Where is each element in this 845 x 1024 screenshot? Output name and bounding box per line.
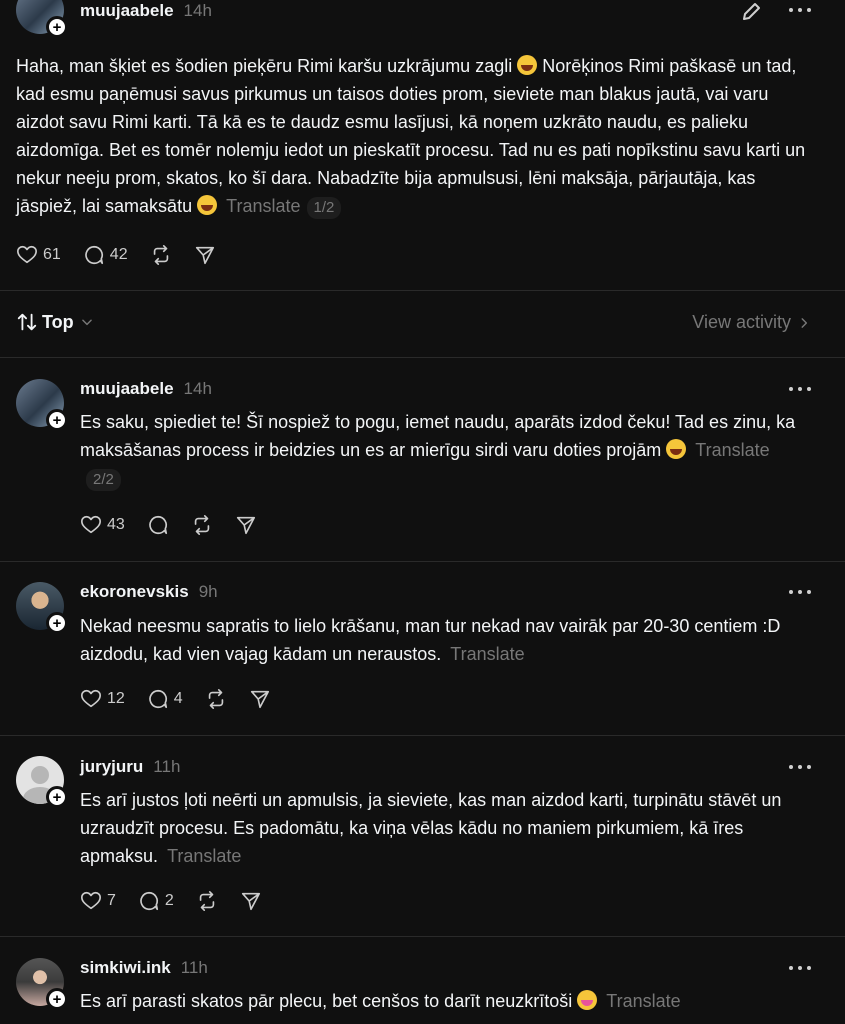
- pencil-icon[interactable]: [740, 0, 764, 22]
- repost-icon: [194, 515, 210, 535]
- page-indicator: 2/2: [86, 469, 121, 491]
- repost-button[interactable]: [191, 514, 213, 536]
- reply-username[interactable]: simkiwi.ink: [80, 958, 171, 977]
- heart-icon: [81, 891, 101, 910]
- share-button[interactable]: [194, 244, 216, 266]
- repost-icon: [208, 689, 223, 709]
- repost-icon: [199, 891, 215, 911]
- main-post-more-icon[interactable]: [789, 5, 811, 15]
- translate-link[interactable]: Translate: [167, 846, 241, 866]
- divider: [0, 735, 845, 736]
- grinning-emoji-icon: [197, 195, 218, 215]
- comment-button[interactable]: 42: [83, 244, 128, 266]
- like-button[interactable]: 7: [80, 890, 116, 912]
- comment-button[interactable]: 2: [138, 890, 174, 912]
- reply-text: Es arī parasti skatos pār plecu, bet cen…: [80, 990, 681, 1011]
- comment-button[interactable]: [147, 514, 169, 536]
- follow-plus-icon[interactable]: +: [46, 988, 68, 1010]
- main-post-avatar[interactable]: +: [16, 0, 68, 38]
- translate-link[interactable]: Translate: [695, 440, 769, 460]
- share-button[interactable]: [240, 890, 262, 912]
- like-button[interactable]: 12: [80, 688, 125, 710]
- send-icon: [195, 246, 214, 265]
- follow-plus-icon[interactable]: +: [46, 786, 68, 808]
- divider: [0, 936, 845, 937]
- reply-header: simkiwi.ink 11h: [80, 958, 208, 978]
- divider: [0, 561, 845, 562]
- translate-link[interactable]: Translate: [226, 196, 300, 216]
- reply-actions: 7 2: [80, 890, 284, 912]
- reply-header: muujaabele 14h: [80, 379, 212, 399]
- reply-text: Es saku, spiediet te! Šī nospiež to pogu…: [80, 408, 810, 492]
- main-post-time: 14h: [183, 1, 212, 20]
- view-activity-link[interactable]: View activity: [692, 312, 811, 333]
- grinning-emoji-icon: [666, 439, 687, 459]
- like-button[interactable]: 61: [16, 244, 61, 266]
- main-post-text: Haha, man šķiet es šodien pieķēru Rimi k…: [16, 52, 816, 220]
- repost-icon: [153, 245, 168, 265]
- reply-actions: 12 4: [80, 688, 293, 710]
- reply-more-icon[interactable]: [789, 587, 811, 597]
- translate-link[interactable]: Translate: [606, 991, 680, 1011]
- sort-label: Top: [42, 311, 74, 332]
- comment-icon: [140, 891, 158, 911]
- follow-plus-icon[interactable]: +: [46, 409, 68, 431]
- follow-plus-icon[interactable]: +: [46, 612, 68, 634]
- comment-icon: [149, 515, 167, 535]
- reply-time: 14h: [183, 379, 212, 398]
- send-icon: [236, 516, 255, 535]
- comment-button[interactable]: 4: [147, 688, 183, 710]
- divider: [0, 357, 845, 358]
- share-button[interactable]: [249, 688, 271, 710]
- reply-text: Nekad neesmu sapratis to lielo krāšanu, …: [80, 616, 781, 664]
- main-post-actions: 61 42: [16, 244, 238, 266]
- chevron-down-icon: [81, 319, 92, 326]
- reply-time: 9h: [198, 582, 218, 601]
- thread-page: + muujaabele 14h Haha, man šķiet es šodie…: [0, 0, 845, 1024]
- winking-emoji-icon: [577, 990, 598, 1010]
- follow-plus-icon[interactable]: +: [46, 16, 68, 38]
- reply-actions: 43: [80, 514, 279, 536]
- chevron-right-icon: [801, 317, 808, 328]
- like-button[interactable]: 43: [80, 514, 125, 536]
- send-icon: [250, 690, 269, 709]
- reply-more-icon[interactable]: [789, 384, 811, 394]
- reply-time: 11h: [153, 757, 181, 776]
- reply-more-icon[interactable]: [789, 963, 811, 973]
- send-icon: [241, 892, 260, 911]
- heart-icon: [81, 689, 101, 708]
- divider: [0, 290, 845, 291]
- share-button[interactable]: [235, 514, 257, 536]
- translate-link[interactable]: Translate: [450, 644, 524, 664]
- reply-text: Es arī justos ļoti neērti un apmulsis, j…: [80, 790, 782, 866]
- reply-time: 11h: [180, 958, 208, 977]
- main-post-username[interactable]: muujaabele: [80, 1, 174, 20]
- reply-username[interactable]: muujaabele: [80, 379, 174, 398]
- sort-dropdown[interactable]: Top: [16, 311, 94, 333]
- heart-icon: [81, 515, 101, 534]
- heart-icon: [17, 245, 37, 264]
- comment-icon: [149, 689, 167, 709]
- reply-avatar[interactable]: +: [16, 379, 68, 431]
- repost-button[interactable]: [205, 688, 227, 710]
- reply-avatar[interactable]: +: [16, 582, 68, 634]
- reply-more-icon[interactable]: [789, 762, 811, 772]
- grinning-emoji-icon: [517, 55, 538, 75]
- comment-icon: [85, 245, 103, 265]
- reply-avatar[interactable]: +: [16, 958, 68, 1010]
- reply-header: ekoronevskis 9h: [80, 582, 218, 602]
- repost-button[interactable]: [150, 244, 172, 266]
- reply-username[interactable]: juryjuru: [80, 757, 143, 776]
- repost-button[interactable]: [196, 890, 218, 912]
- reply-header: juryjuru 11h: [80, 757, 180, 777]
- main-post-header: muujaabele 14h: [80, 1, 212, 21]
- page-indicator: 1/2: [306, 197, 342, 219]
- sort-icon: [17, 313, 37, 331]
- reply-username[interactable]: ekoronevskis: [80, 582, 189, 601]
